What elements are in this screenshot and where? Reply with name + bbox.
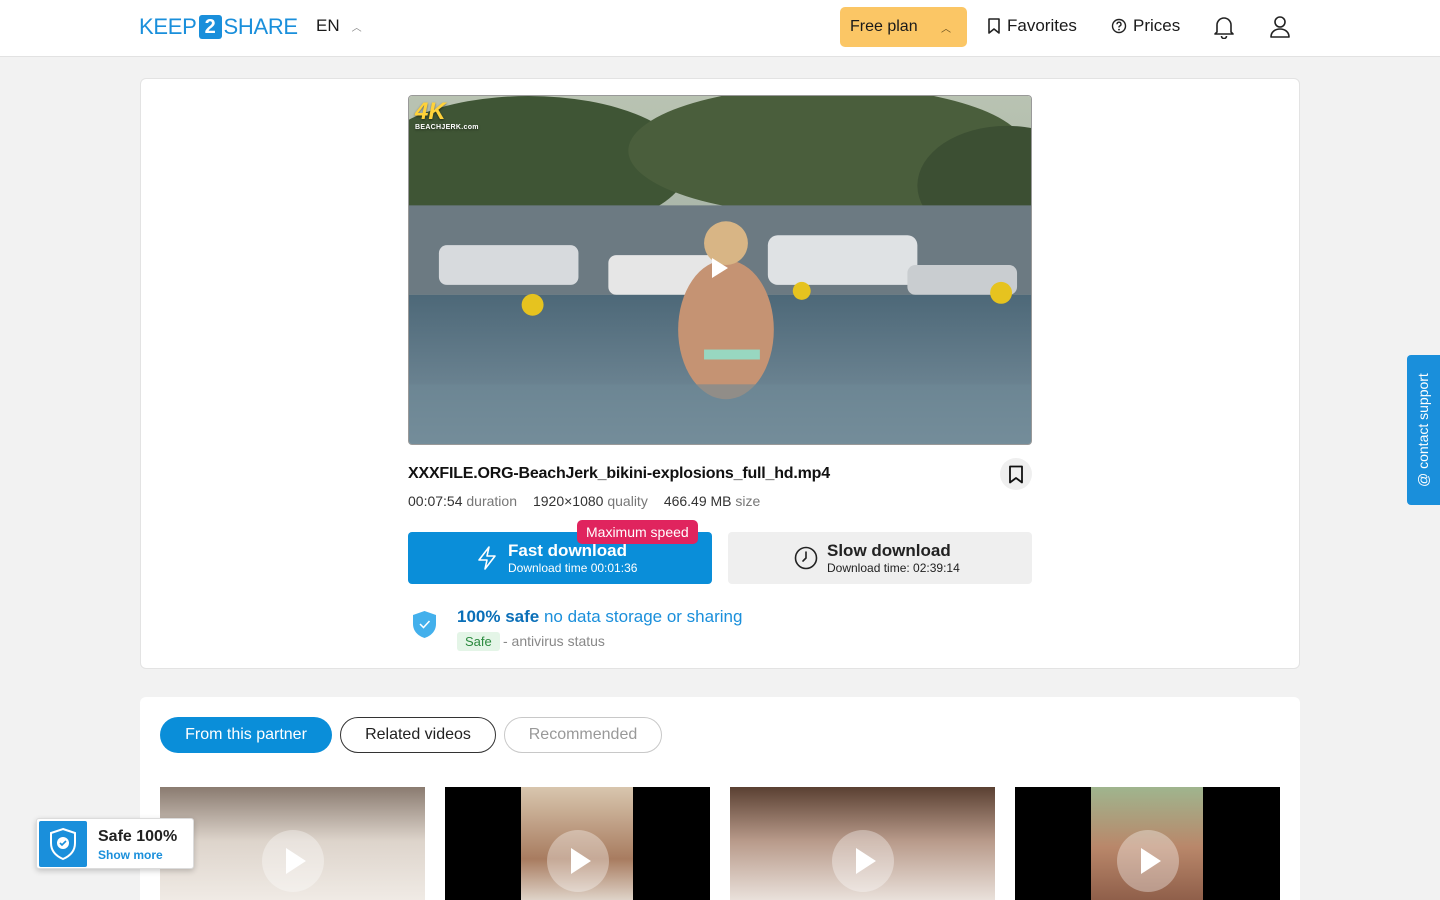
quality-label: quality [607, 493, 648, 509]
fast-download-time: Download time 00:01:36 [508, 561, 638, 575]
size-meta: 466.49 MB size [664, 493, 761, 509]
language-selector[interactable]: EN ︿ [316, 16, 362, 36]
video-preview[interactable]: 4K BEACHJERK.com [408, 95, 1032, 445]
slow-download-time: Download time: 02:39:14 [827, 561, 960, 575]
video-thumbnail-card[interactable] [1015, 787, 1280, 900]
slow-download-label: Slow download [827, 541, 951, 560]
account-button[interactable] [1267, 14, 1293, 40]
bell-icon [1214, 17, 1234, 39]
shield-icon [39, 821, 87, 867]
prices-label: Prices [1133, 16, 1181, 35]
clock-icon [794, 546, 818, 570]
duration-label: duration [466, 493, 517, 509]
file-meta: 00:07:54 duration 1920×1080 quality 466.… [408, 493, 760, 509]
contact-support-label: @ contact support [1415, 373, 1431, 487]
duration-meta: 00:07:54 duration [408, 493, 517, 509]
safe-widget[interactable]: Safe 100% Show more [36, 818, 194, 869]
video-thumbnail-card[interactable] [160, 787, 425, 900]
play-icon[interactable] [712, 258, 728, 278]
user-icon [1270, 16, 1290, 38]
fast-download-label: Fast download [508, 541, 627, 560]
logo-text-right: SHARE [223, 14, 299, 39]
play-icon[interactable] [262, 830, 324, 892]
lightning-icon [478, 546, 496, 570]
safe-widget-link[interactable]: Show more [98, 848, 163, 862]
safety-text: no data storage or sharing [543, 607, 743, 626]
contact-support-tab[interactable]: @ contact support [1407, 355, 1440, 505]
bookmark-icon [988, 18, 1000, 34]
size-value: 466.49 MB [663, 493, 732, 509]
favorites-link[interactable]: Favorites [987, 16, 1077, 36]
add-favorite-button[interactable] [1000, 458, 1032, 490]
antivirus-status: - antivirus status [503, 633, 605, 649]
video-thumbnail-card[interactable] [445, 787, 710, 900]
watermark-sub: BEACHJERK.com [415, 124, 479, 131]
site-logo[interactable]: KEEP 2 SHARE [139, 14, 298, 40]
max-speed-badge: Maximum speed [577, 520, 698, 544]
play-icon[interactable] [1117, 830, 1179, 892]
language-label: EN [316, 16, 340, 35]
top-header: KEEP 2 SHARE EN ︿ Free plan ︿ Favorites Pr… [0, 0, 1440, 57]
bookmark-icon [1009, 465, 1023, 483]
tab-related-videos[interactable]: Related videos [340, 717, 496, 753]
question-circle-icon [1111, 18, 1127, 34]
file-name: XXXFILE.ORG-BeachJerk_bikini-explosions_… [408, 465, 830, 482]
watermark-text: 4K [415, 98, 446, 125]
chevron-up-icon: ︿ [351, 22, 362, 34]
watermark: 4K BEACHJERK.com [415, 100, 479, 132]
play-icon[interactable] [547, 830, 609, 892]
video-thumbnail-card[interactable] [730, 787, 995, 900]
slow-download-button[interactable]: Slow download Download time: 02:39:14 [728, 532, 1032, 584]
logo-text-left: KEEP [139, 14, 197, 39]
shield-check-icon [413, 611, 436, 638]
size-label: size [735, 493, 761, 509]
safety-statement: 100% safe no data storage or sharing [457, 607, 742, 627]
tab-recommended[interactable]: Recommended [504, 717, 662, 753]
logo-badge: 2 [198, 15, 222, 39]
play-icon[interactable] [832, 830, 894, 892]
safety-bold: 100% safe [457, 607, 540, 626]
tab-from-this-partner[interactable]: From this partner [160, 717, 332, 753]
favorites-label: Favorites [1007, 16, 1077, 35]
antivirus-safe-tag: Safe [457, 632, 500, 651]
safe-widget-title: Safe 100% [98, 828, 178, 845]
free-plan-label: Free plan [850, 18, 918, 35]
free-plan-button[interactable]: Free plan ︿ [840, 7, 967, 47]
prices-link[interactable]: Prices [1111, 16, 1180, 36]
quality-meta: 1920×1080 quality [533, 493, 648, 509]
notifications-button[interactable] [1211, 14, 1237, 40]
chevron-up-icon: ︿ [941, 24, 951, 35]
duration-value: 00:07:54 [408, 493, 463, 509]
quality-value: 1920×1080 [532, 493, 604, 509]
